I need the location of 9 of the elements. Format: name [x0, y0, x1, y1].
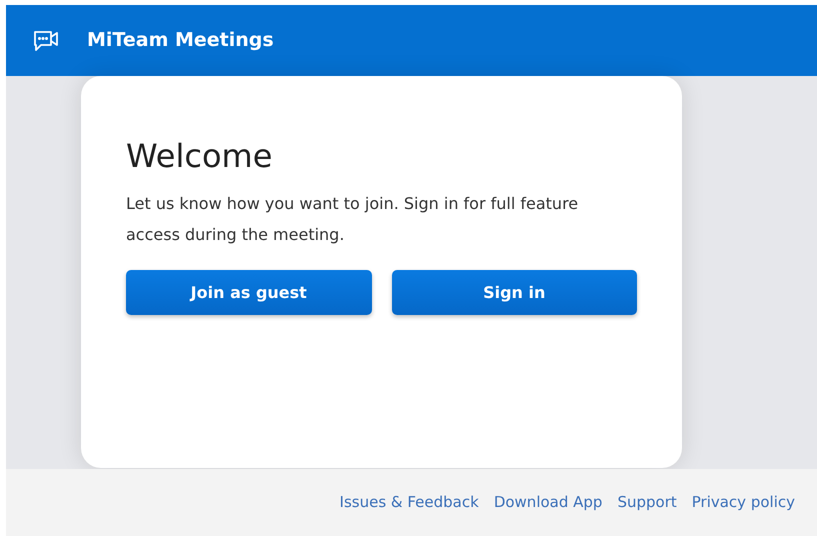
footer-link[interactable]: Privacy policy	[692, 491, 795, 514]
join-button[interactable]: Sign in	[392, 270, 637, 315]
footer-link[interactable]: Issues & Feedback	[340, 491, 479, 514]
join-button[interactable]: Join as guest	[126, 270, 372, 315]
app-title: MiTeam Meetings	[87, 28, 274, 54]
footer-link[interactable]: Support	[617, 491, 677, 514]
welcome-heading: Welcome	[126, 136, 274, 176]
footer-link[interactable]: Download App	[494, 491, 602, 514]
welcome-text: Let us know how you want to join. Sign in for full feature access during the meeting.	[126, 193, 580, 246]
